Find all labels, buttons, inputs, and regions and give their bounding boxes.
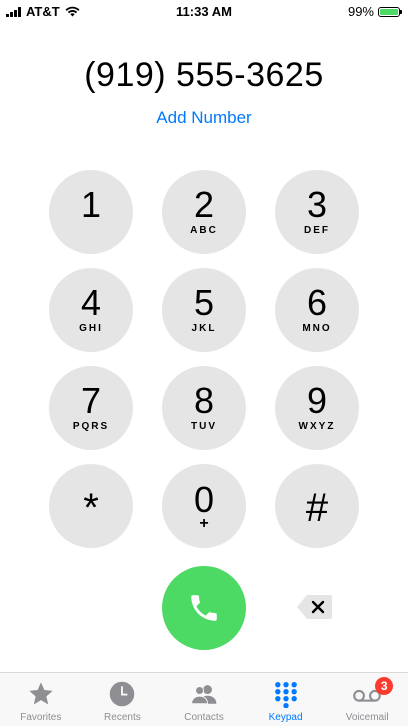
key-digit: 3	[306, 184, 328, 225]
key-8[interactable]: 8 TUV	[162, 366, 246, 450]
call-button[interactable]	[162, 566, 246, 650]
tab-contacts[interactable]: Contacts	[163, 673, 245, 726]
contacts-icon	[189, 679, 219, 709]
key-digit: 8	[193, 380, 215, 421]
key-pound[interactable]: #	[275, 464, 359, 548]
key-letters: TUV	[191, 421, 217, 432]
status-bar: AT&T 11:33 AM 99%	[0, 0, 408, 22]
add-number-link[interactable]: Add Number	[0, 108, 408, 128]
key-digit: 9	[306, 380, 328, 421]
battery-cap	[400, 9, 402, 14]
key-letters: ABC	[190, 225, 218, 236]
key-1[interactable]: 1	[49, 170, 133, 254]
key-digit: 4	[80, 282, 102, 323]
tab-recents[interactable]: Recents	[82, 673, 164, 726]
key-letters: WXYZ	[298, 421, 336, 432]
status-right: 99%	[347, 4, 402, 19]
key-letters: MNO	[302, 323, 332, 334]
delete-button[interactable]	[296, 593, 334, 621]
key-letters: JKL	[191, 323, 217, 334]
tab-label: Voicemail	[345, 712, 389, 723]
tab-favorites[interactable]: Favorites	[0, 673, 82, 726]
tab-voicemail[interactable]: Voicemail 3	[326, 673, 408, 726]
battery-percent: 99%	[347, 4, 374, 19]
keypad-icon	[271, 679, 301, 709]
key-letters: PQRS	[72, 421, 110, 432]
tab-label: Recents	[104, 712, 141, 723]
key-0[interactable]: 0 +	[162, 464, 246, 548]
key-6[interactable]: 6 MNO	[275, 268, 359, 352]
voicemail-badge: 3	[375, 677, 394, 695]
key-digit: 2	[193, 184, 215, 225]
key-digit: 7	[80, 380, 102, 421]
tab-keypad[interactable]: Keypad	[245, 673, 327, 726]
key-digit: #	[305, 486, 329, 530]
battery-icon	[378, 6, 402, 17]
backspace-icon	[297, 595, 332, 619]
key-letters: +	[199, 515, 209, 532]
key-digit: 6	[306, 282, 328, 323]
tab-label: Favorites	[20, 712, 62, 723]
key-2[interactable]: 2 ABC	[162, 170, 246, 254]
tab-label: Contacts	[184, 712, 224, 723]
key-digit: 1	[80, 184, 102, 225]
keypad: 1 2 ABC 3 DEF 4 GHI 5 JKL 6 MNO 7 PQRS 8 TUV 9 WXYZ * 0 + #	[49, 170, 360, 548]
key-7[interactable]: 7 PQRS	[49, 366, 133, 450]
key-digit: *	[83, 486, 99, 530]
key-digit: 0	[193, 479, 215, 520]
clock-icon	[107, 679, 137, 709]
tab-bar: Favorites Recents Contacts Keypad Voicem…	[0, 672, 408, 726]
key-4[interactable]: 4 GHI	[49, 268, 133, 352]
phone-icon	[191, 595, 217, 621]
dialed-number: (919) 555-3625	[84, 56, 324, 94]
key-digit: 5	[193, 282, 215, 323]
status-time: 11:33 AM	[176, 4, 232, 19]
key-9[interactable]: 9 WXYZ	[275, 366, 359, 450]
star-icon	[26, 679, 56, 709]
battery-fill	[380, 8, 398, 15]
key-3[interactable]: 3 DEF	[275, 170, 359, 254]
tab-label: Keypad	[268, 712, 303, 723]
key-star[interactable]: *	[49, 464, 133, 548]
key-letters: DEF	[304, 225, 330, 236]
key-letters: GHI	[79, 323, 103, 334]
key-5[interactable]: 5 JKL	[162, 268, 246, 352]
